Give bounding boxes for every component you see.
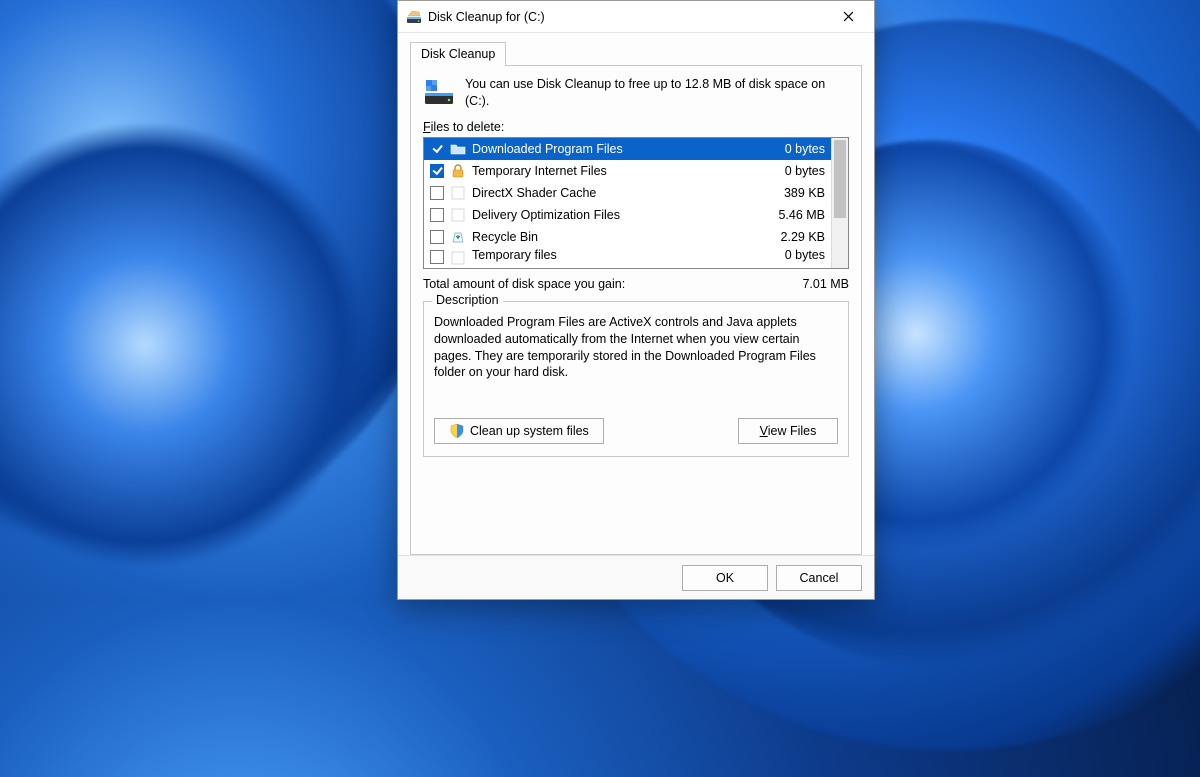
titlebar[interactable]: Disk Cleanup for (C:) (398, 1, 874, 33)
blank-icon (450, 250, 466, 266)
item-name: Temporary Internet Files (472, 164, 749, 178)
list-item[interactable]: DirectX Shader Cache 389 KB (424, 182, 831, 204)
item-size: 389 KB (755, 186, 825, 200)
description-text: Downloaded Program Files are ActiveX con… (434, 314, 838, 404)
window-title: Disk Cleanup for (C:) (428, 10, 830, 24)
description-title: Description (432, 293, 503, 307)
view-files-button[interactable]: View Files (738, 418, 838, 444)
item-name: Downloaded Program Files (472, 142, 749, 156)
blank-icon (450, 207, 466, 223)
files-to-delete-label: Files to delete: (423, 120, 849, 134)
item-name: Temporary files (472, 248, 749, 262)
dialog-footer: OK Cancel (398, 555, 874, 599)
checkbox[interactable] (430, 142, 444, 156)
total-value: 7.01 MB (802, 277, 849, 291)
description-group: Description Downloaded Program Files are… (423, 301, 849, 457)
tab-disk-cleanup[interactable]: Disk Cleanup (410, 42, 506, 66)
lock-icon (450, 163, 466, 179)
item-size: 0 bytes (755, 164, 825, 178)
list-item[interactable]: Temporary Internet Files 0 bytes (424, 160, 831, 182)
view-files-label: View Files (760, 424, 817, 438)
checkbox[interactable] (430, 250, 444, 264)
list-item[interactable]: Temporary files 0 bytes (424, 248, 831, 264)
item-size: 0 bytes (755, 248, 825, 262)
cleanup-system-files-label: Clean up system files (470, 424, 589, 438)
disk-cleanup-window: Disk Cleanup for (C:) Disk Cleanup (397, 0, 875, 600)
recycle-icon (450, 229, 466, 245)
intro-text: You can use Disk Cleanup to free up to 1… (465, 76, 849, 110)
item-name: DirectX Shader Cache (472, 186, 749, 200)
checkbox[interactable] (430, 164, 444, 178)
total-label: Total amount of disk space you gain: (423, 277, 802, 291)
files-list[interactable]: Downloaded Program Files0 bytesTemporary… (423, 137, 849, 269)
scrollbar[interactable] (831, 138, 848, 268)
cleanup-system-files-button[interactable]: Clean up system files (434, 418, 604, 444)
list-item[interactable]: Recycle Bin 2.29 KB (424, 226, 831, 248)
folder-icon (450, 141, 466, 157)
list-item[interactable]: Downloaded Program Files 0 bytes (424, 138, 831, 160)
cancel-button[interactable]: Cancel (776, 565, 862, 591)
close-icon (843, 11, 854, 22)
item-name: Delivery Optimization Files (472, 208, 749, 222)
checkbox[interactable] (430, 208, 444, 222)
checkbox[interactable] (430, 186, 444, 200)
scrollbar-thumb[interactable] (834, 140, 846, 218)
disk-cleanup-app-icon (406, 9, 422, 25)
item-size: 0 bytes (755, 142, 825, 156)
shield-icon (449, 423, 465, 439)
item-size: 5.46 MB (755, 208, 825, 222)
list-item[interactable]: Delivery Optimization Files 5.46 MB (424, 204, 831, 226)
ok-button[interactable]: OK (682, 565, 768, 591)
blank-icon (450, 185, 466, 201)
drive-icon (423, 76, 455, 108)
item-name: Recycle Bin (472, 230, 749, 244)
checkbox[interactable] (430, 230, 444, 244)
close-button[interactable] (830, 3, 866, 31)
item-size: 2.29 KB (755, 230, 825, 244)
tab-panel: You can use Disk Cleanup to free up to 1… (410, 65, 862, 555)
